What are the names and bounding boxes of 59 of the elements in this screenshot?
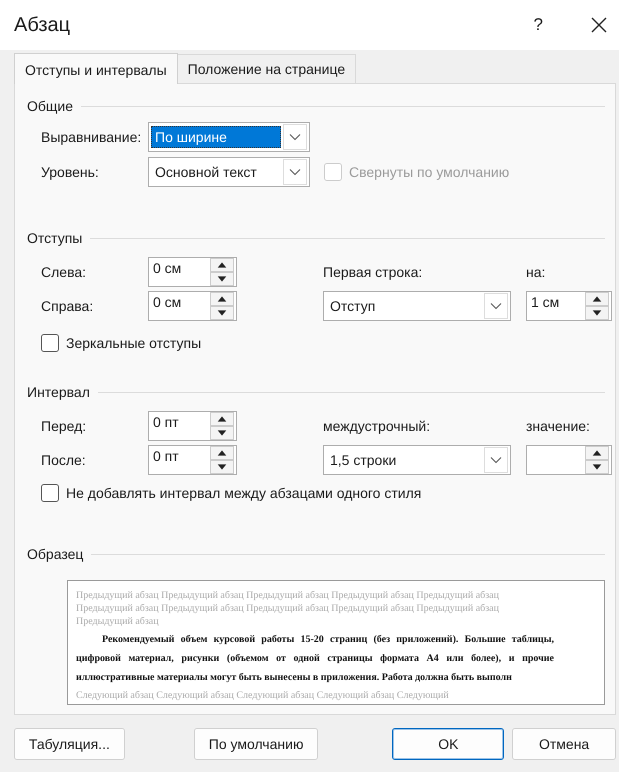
checkbox-label: Свернуты по умолчанию xyxy=(349,164,510,180)
dialog-button[interactable]: Отмена xyxy=(512,728,616,760)
checkbox-label: Не добавлять интервал между абзацами одного стиля xyxy=(66,485,422,501)
spin-up-icon[interactable] xyxy=(210,412,234,426)
spinner-field[interactable]: 0 пт xyxy=(148,445,237,475)
spin-up-icon[interactable] xyxy=(210,292,234,306)
dialog-button[interactable]: По умолчанию xyxy=(194,728,318,760)
spinner-field[interactable] xyxy=(526,445,612,475)
spin-down-icon[interactable] xyxy=(210,460,234,474)
dropdown[interactable]: Основной текст xyxy=(148,157,310,187)
section-heading: Интервал xyxy=(27,384,90,400)
spin-up-icon[interactable] xyxy=(210,258,234,272)
field-label: на: xyxy=(526,264,546,280)
spin-up-icon[interactable] xyxy=(210,446,234,460)
checkbox[interactable] xyxy=(41,334,59,352)
field-label: Первая строка: xyxy=(323,264,424,280)
spin-down-icon[interactable] xyxy=(585,460,609,474)
spin-down-icon[interactable] xyxy=(210,272,234,286)
dropdown[interactable]: Отступ xyxy=(323,291,511,321)
chevron-down-icon xyxy=(490,302,502,310)
spin-up-icon[interactable] xyxy=(585,446,609,460)
checkbox-label: Зеркальные отступы xyxy=(66,335,202,351)
close-icon[interactable] xyxy=(591,17,607,33)
spin-up-icon[interactable] xyxy=(585,292,609,306)
checkbox[interactable] xyxy=(41,484,59,502)
section-heading: Образец xyxy=(27,546,84,562)
field-label: междустрочный: xyxy=(323,418,432,434)
section-heading: Отступы xyxy=(27,230,82,246)
preview-text: Предыдущий абзац Предыдущий абзац Предыдущий абзац Предыдущий абзац Предыдущий абзац xyxy=(76,602,500,615)
dropdown[interactable]: По ширине xyxy=(148,122,310,152)
spinner-field[interactable]: 0 см xyxy=(148,257,237,287)
tab[interactable]: Положение на странице xyxy=(176,54,356,83)
chevron-down-icon xyxy=(289,133,301,141)
field-label: После: xyxy=(41,452,87,468)
field-label: Уровень: xyxy=(41,164,100,180)
section-heading: Общие xyxy=(27,98,74,114)
field-label: Слева: xyxy=(41,264,88,280)
preview-text: Предыдущий абзац Предыдущий абзац Предыдущий абзац Предыдущий абзац Предыдущий абзац xyxy=(76,589,500,602)
dialog-button[interactable]: Табуляция... xyxy=(14,728,125,760)
preview-text: Предыдущий абзац xyxy=(76,615,160,628)
spinner-field[interactable]: 0 см xyxy=(148,291,237,321)
spin-down-icon[interactable] xyxy=(585,306,609,320)
preview-text: Следующий абзац Следующий абзац Следующий абзац Следующий абзац Следующий xyxy=(76,689,450,702)
chevron-down-icon xyxy=(490,456,502,464)
window-title: Абзац xyxy=(14,14,72,36)
field-label: Выравнивание: xyxy=(41,129,142,145)
dropdown[interactable]: 1,5 строки xyxy=(323,445,511,475)
field-label: Перед: xyxy=(41,418,88,434)
preview-paragraph: Рекомендуемый объем курсовой работы 15-20 страниц (без приложений). Большие таблицы, цифровой материал, рисунки (объемом от одной страницы формата А4 или более), и прочие иллюстративные материалы могут быть вынесены в приложения. Работа должна быть выполн xyxy=(76,633,554,685)
tab[interactable]: Отступы и интервалы xyxy=(14,53,178,84)
spinner-field[interactable]: 0 пт xyxy=(148,411,237,441)
chevron-down-icon xyxy=(289,168,301,176)
field-label: Справа: xyxy=(41,298,94,314)
dialog-button[interactable]: OK xyxy=(392,728,504,760)
field-label: значение: xyxy=(526,418,591,434)
spin-down-icon[interactable] xyxy=(210,426,234,440)
spinner-field[interactable]: 1 см xyxy=(526,291,612,321)
spin-down-icon[interactable] xyxy=(210,306,234,320)
help-button[interactable]: ? xyxy=(534,15,543,35)
